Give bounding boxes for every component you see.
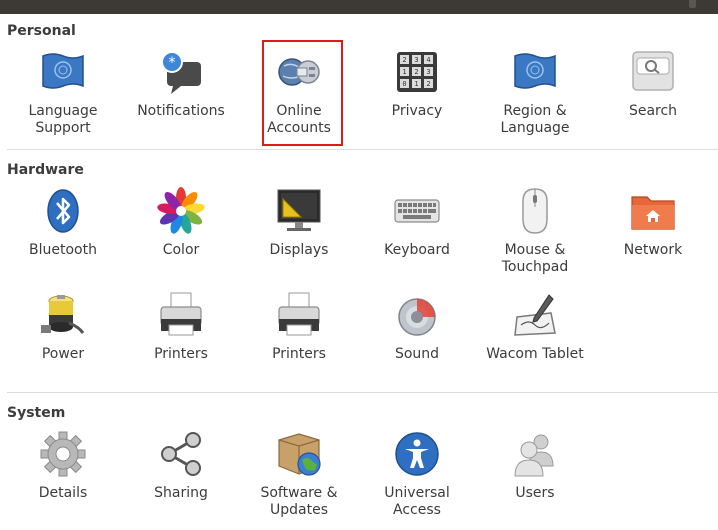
online-accounts-highlight-box [262, 40, 343, 146]
settings-item-sound[interactable]: Sound [363, 291, 471, 391]
speaker-icon [393, 291, 441, 339]
settings-item-label: Sharing [154, 485, 208, 501]
accessibility-icon [393, 430, 441, 478]
svg-text:1: 1 [402, 68, 406, 76]
settings-item-label: Notifications [137, 103, 225, 119]
network-folder-icon [629, 187, 677, 235]
settings-item-label: Power [41, 346, 85, 362]
settings-item-label: Displays [269, 242, 329, 258]
settings-item-details[interactable]: Details [9, 430, 117, 530]
magnifier-icon [629, 48, 677, 96]
svg-text:2: 2 [402, 56, 406, 64]
settings-item-label: Privacy [391, 103, 443, 119]
flag-icon [511, 48, 559, 96]
section-divider [7, 149, 718, 150]
settings-item-label: Wacom Tablet [486, 346, 584, 362]
settings-item-label: Mouse & Touchpad [501, 242, 569, 275]
mouse-icon [511, 187, 559, 235]
topbar-handle [689, 0, 696, 8]
settings-item-color[interactable]: Color [127, 187, 235, 287]
settings-item-users[interactable]: Users [481, 430, 589, 530]
svg-text:3: 3 [426, 68, 430, 76]
section-title-personal: Personal [7, 23, 76, 39]
settings-item-language-support[interactable]: Language Support [9, 48, 117, 148]
settings-item-search[interactable]: Search [599, 48, 707, 148]
svg-text:2: 2 [414, 68, 418, 76]
settings-item-network[interactable]: Network [599, 187, 707, 287]
settings-item-label: Bluetooth [29, 242, 97, 258]
settings-item-keyboard[interactable]: Keyboard [363, 187, 471, 287]
bluetooth-icon [39, 187, 87, 235]
battery-icon [39, 291, 87, 339]
color-flower-icon [157, 187, 205, 235]
settings-item-label: Printers [154, 346, 208, 362]
section-title-system: System [7, 405, 66, 421]
settings-item-bluetooth[interactable]: Bluetooth [9, 187, 117, 287]
printer-icon [157, 291, 205, 339]
window-top-bar [0, 0, 718, 14]
flag-icon [39, 48, 87, 96]
gear-icon [39, 430, 87, 478]
share-icon [157, 430, 205, 478]
settings-item-label: Users [515, 485, 555, 501]
settings-item-label: Details [38, 485, 88, 501]
svg-text:2: 2 [426, 80, 430, 88]
section-title-hardware: Hardware [7, 162, 84, 178]
settings-item-label: Region & Language [500, 103, 570, 136]
settings-item-printers-2[interactable]: Printers [245, 291, 353, 391]
settings-item-power[interactable]: Power [9, 291, 117, 391]
settings-item-label: Keyboard [384, 242, 450, 258]
settings-item-software-updates[interactable]: Software & Updates [245, 430, 353, 530]
printer-icon [275, 291, 323, 339]
settings-item-region-language[interactable]: Region & Language [481, 48, 589, 148]
notification-bubble-icon: * [157, 48, 205, 96]
settings-item-mouse-touchpad[interactable]: Mouse & Touchpad [481, 187, 589, 287]
tablet-pen-icon [511, 291, 559, 339]
settings-item-label: Sound [394, 346, 440, 362]
settings-item-label: Printers [272, 346, 326, 362]
settings-item-notifications[interactable]: * Notifications [127, 48, 235, 148]
settings-item-label: Search [628, 103, 678, 119]
keyboard-icon [393, 187, 441, 235]
settings-item-printers[interactable]: Printers [127, 291, 235, 391]
settings-item-label: Universal Access [384, 485, 450, 518]
settings-item-sharing[interactable]: Sharing [127, 430, 235, 530]
svg-text:4: 4 [426, 56, 430, 64]
section-divider [7, 392, 718, 393]
settings-item-privacy[interactable]: 234123012 Privacy [363, 48, 471, 148]
display-monitor-icon [275, 187, 323, 235]
settings-item-universal-access[interactable]: Universal Access [363, 430, 471, 530]
svg-text:1: 1 [414, 80, 418, 88]
settings-item-label: Network [623, 242, 683, 258]
svg-text:0: 0 [402, 80, 406, 88]
settings-item-label: Color [162, 242, 200, 258]
settings-item-wacom-tablet[interactable]: Wacom Tablet [481, 291, 589, 391]
svg-text:*: * [169, 55, 176, 71]
svg-text:3: 3 [414, 56, 418, 64]
settings-item-label: Language Support [28, 103, 98, 136]
combination-lock-icon: 234123012 [393, 48, 441, 96]
package-globe-icon [275, 430, 323, 478]
settings-item-label: Software & Updates [260, 485, 338, 518]
settings-item-displays[interactable]: Displays [245, 187, 353, 287]
users-icon [511, 430, 559, 478]
